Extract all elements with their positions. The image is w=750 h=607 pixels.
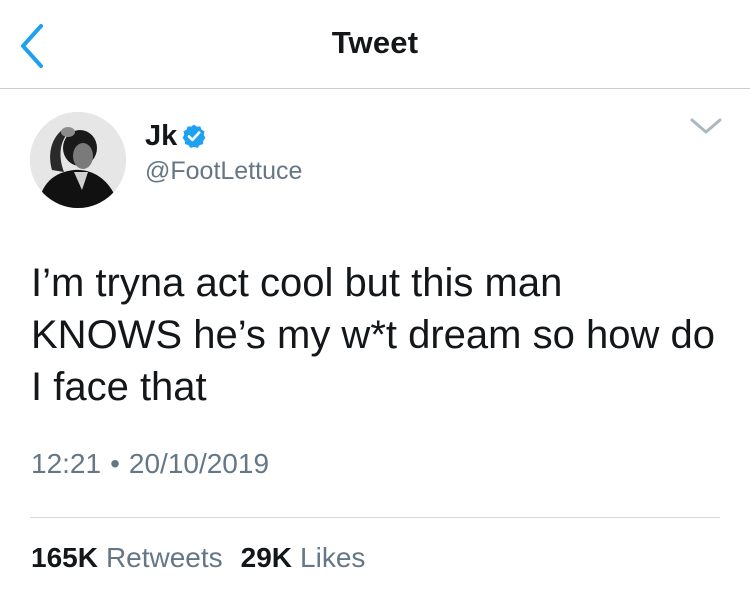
tweet-timestamp: 12:21 • 20/10/2019 <box>31 448 269 480</box>
display-name[interactable]: Jk <box>145 120 177 153</box>
tweet-time: 12:21 <box>31 448 102 479</box>
profile-photo <box>30 112 126 208</box>
tweet-menu-button[interactable] <box>688 113 724 139</box>
tweet-stats: 165K Retweets 29K Likes <box>31 542 365 574</box>
retweets-stat[interactable]: 165K Retweets <box>31 542 223 574</box>
timestamp-separator: • <box>110 448 120 479</box>
tweet-card: Jk @FootLettuce I’m tryna act cool but t… <box>0 90 750 607</box>
divider <box>30 517 720 518</box>
verified-badge-icon <box>182 124 206 148</box>
likes-count: 29K <box>240 542 293 573</box>
tweet-date: 20/10/2019 <box>128 448 270 479</box>
tweet-text: I’m tryna act cool but this man KNOWS he… <box>31 261 715 409</box>
likes-stat[interactable]: 29K Likes <box>241 542 366 574</box>
retweets-count: 165K <box>31 542 98 573</box>
navigation-bar: Tweet <box>0 0 750 89</box>
avatar[interactable] <box>30 112 126 208</box>
user-handle[interactable]: @FootLettuce <box>145 157 302 186</box>
chevron-down-icon <box>690 118 722 134</box>
user-name-row[interactable]: Jk <box>145 119 207 153</box>
retweets-label: Retweets <box>105 542 223 573</box>
likes-label: Likes <box>300 542 366 573</box>
page-title: Tweet <box>331 25 419 60</box>
